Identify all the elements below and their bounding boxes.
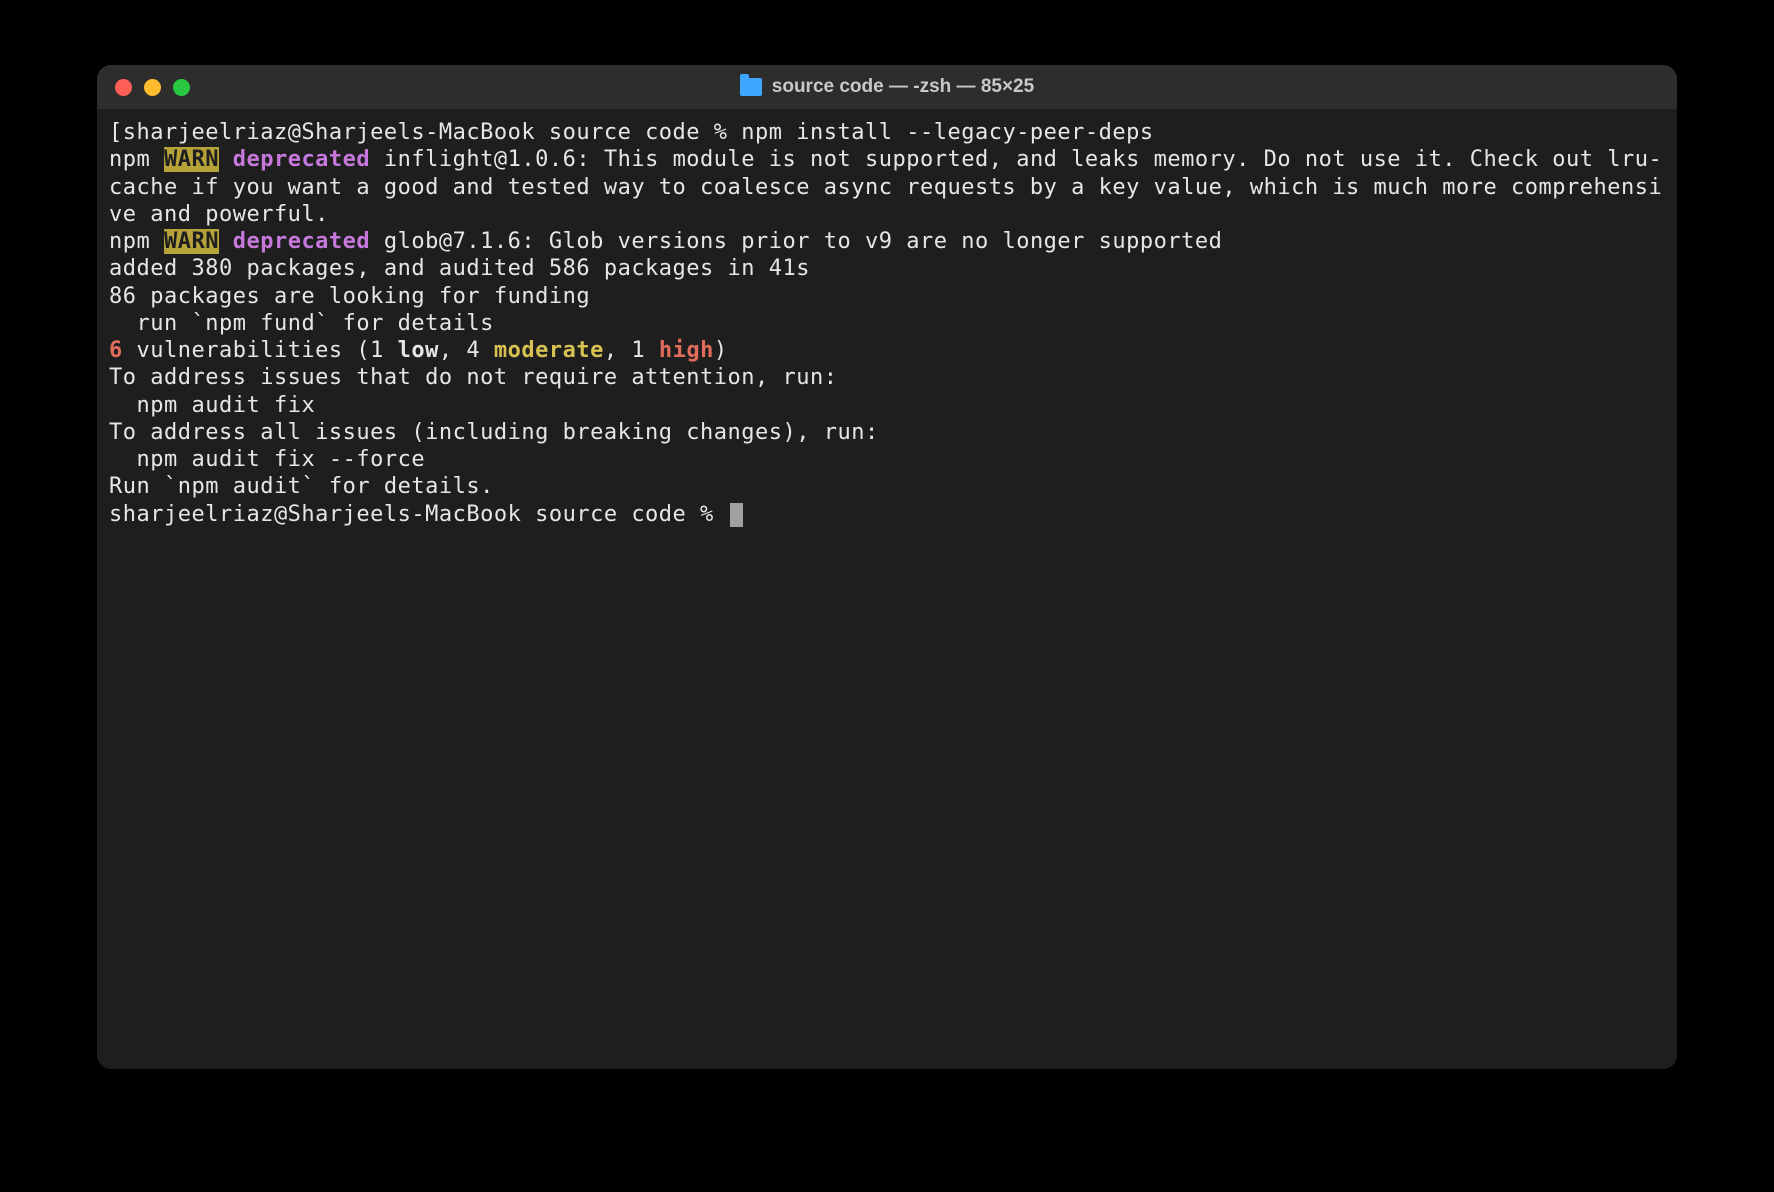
address-all-2: npm audit fix --force — [109, 446, 1665, 473]
funding-line-2: run `npm fund` for details — [109, 310, 1665, 337]
cursor-icon — [730, 503, 743, 527]
vuln-count: 6 — [109, 338, 123, 363]
vuln-text: , 4 — [439, 338, 494, 363]
window-title-wrap: source code — -zsh — 85×25 — [97, 76, 1677, 98]
address-no-attention-1: To address issues that do not require at… — [109, 364, 1665, 391]
close-icon[interactable] — [115, 79, 132, 96]
titlebar: source code — -zsh — 85×25 — [97, 65, 1677, 109]
deprecated-label: deprecated — [219, 147, 370, 172]
warn-badge: WARN — [164, 229, 219, 254]
address-all-1: To address all issues (including breakin… — [109, 419, 1665, 446]
vuln-moderate: moderate — [494, 338, 604, 363]
prompt-line: [sharjeelriaz@Sharjeels-MacBook source c… — [109, 119, 1665, 146]
vuln-text: , 1 — [604, 338, 659, 363]
warn-badge: WARN — [164, 147, 219, 172]
warn-line-1: npm WARN deprecated inflight@1.0.6: This… — [109, 146, 1665, 228]
address-no-attention-2: npm audit fix — [109, 392, 1665, 419]
npm-label: npm — [109, 147, 164, 172]
run-audit-line: Run `npm audit` for details. — [109, 473, 1665, 500]
warn-message-2: glob@7.1.6: Glob versions prior to v9 ar… — [370, 229, 1222, 254]
warn-line-2: npm WARN deprecated glob@7.1.6: Glob ver… — [109, 228, 1665, 255]
vuln-text: vulnerabilities (1 — [123, 338, 398, 363]
added-packages-line: added 380 packages, and audited 586 pack… — [109, 255, 1665, 282]
prompt-bracket: [ — [109, 120, 123, 145]
traffic-lights — [115, 79, 190, 96]
folder-icon — [740, 78, 762, 96]
entered-command: npm install --legacy-peer-deps — [741, 120, 1153, 145]
vuln-high: high — [659, 338, 714, 363]
vuln-text: ) — [714, 338, 728, 363]
funding-line-1: 86 packages are looking for funding — [109, 283, 1665, 310]
deprecated-label: deprecated — [219, 229, 370, 254]
shell-prompt: sharjeelriaz@Sharjeels-MacBook source co… — [109, 502, 728, 527]
npm-label: npm — [109, 229, 164, 254]
prompt-line-2: sharjeelriaz@Sharjeels-MacBook source co… — [109, 501, 1665, 528]
vulnerabilities-line: 6 vulnerabilities (1 low, 4 moderate, 1 … — [109, 337, 1665, 364]
terminal-output[interactable]: [sharjeelriaz@Sharjeels-MacBook source c… — [97, 109, 1677, 1069]
shell-prompt: sharjeelriaz@Sharjeels-MacBook source co… — [123, 120, 742, 145]
vuln-low: low — [398, 338, 439, 363]
terminal-window: source code — -zsh — 85×25 [sharjeelriaz… — [97, 65, 1677, 1069]
window-title: source code — -zsh — 85×25 — [772, 76, 1034, 98]
minimize-icon[interactable] — [144, 79, 161, 96]
maximize-icon[interactable] — [173, 79, 190, 96]
